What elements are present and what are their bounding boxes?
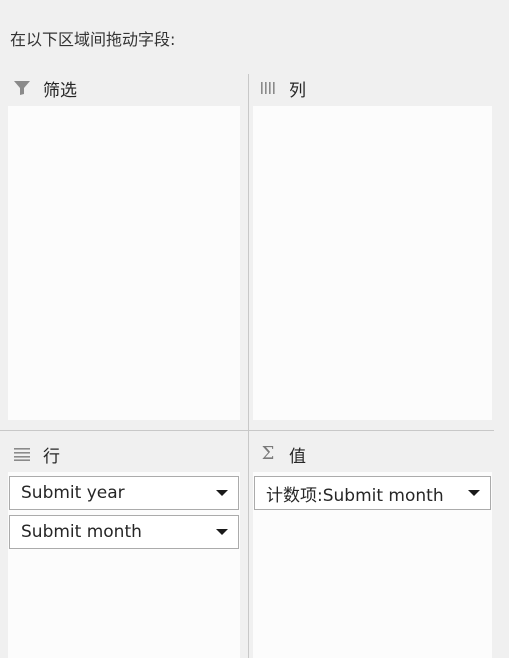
columns-area-header: 列 [257, 76, 306, 101]
filters-drop-zone[interactable] [8, 106, 240, 420]
columns-area-label: 列 [289, 80, 306, 101]
rows-area-label: 行 [43, 446, 60, 467]
rows-area-header: 行 [11, 442, 60, 467]
values-area-header: Σ 值 [257, 442, 306, 467]
field-chip-label: 计数项:Submit month [266, 485, 444, 506]
values-field-count-submit-month[interactable]: 计数项:Submit month [254, 476, 491, 510]
field-chip-label: Submit month [21, 522, 142, 542]
chevron-down-icon[interactable] [216, 529, 228, 535]
field-chip-label: Submit year [21, 483, 125, 503]
drag-fields-instruction: 在以下区域间拖动字段: [10, 30, 176, 49]
rows-field-submit-month[interactable]: Submit month [9, 515, 239, 549]
filters-area-header: 筛选 [11, 76, 77, 101]
sigma-icon: Σ [261, 443, 275, 464]
rows-field-submit-year[interactable]: Submit year [9, 476, 239, 510]
columns-drop-zone[interactable] [253, 106, 492, 420]
horizontal-divider [0, 430, 494, 431]
values-area-label: 值 [289, 446, 306, 467]
rows-icon [11, 445, 33, 463]
filters-area-label: 筛选 [43, 80, 77, 101]
columns-icon [257, 79, 279, 97]
vertical-divider [248, 74, 249, 658]
chevron-down-icon[interactable] [216, 490, 228, 496]
chevron-down-icon[interactable] [468, 490, 480, 496]
pivot-field-areas-pane: 在以下区域间拖动字段: 筛选 列 行 Submit year Submit mo… [0, 0, 509, 658]
filter-icon [11, 79, 33, 97]
